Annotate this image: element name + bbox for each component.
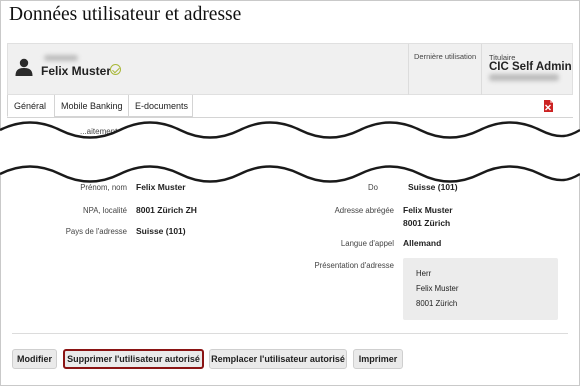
page-title: Données utilisateur et adresse [9, 4, 242, 25]
address-presentation-label: Présentation d'adresse [314, 261, 394, 270]
domicile-label-partial: Do [368, 183, 378, 192]
header-divider [481, 44, 482, 96]
language-value: Allemand [403, 238, 442, 248]
short-address-line: 8001 Zürich [403, 218, 451, 228]
short-address-line: Felix Muster [403, 205, 453, 215]
modify-button[interactable]: Modifier [12, 349, 57, 369]
postal-code-city-value: 8001 Zürich ZH [136, 205, 197, 215]
verified-check-icon [110, 64, 121, 75]
address-presentation-line: 8001 Zürich [416, 299, 458, 308]
replace-authorized-user-button[interactable]: Remplacer l'utilisateur autorisé [209, 349, 347, 369]
address-presentation-box: Herr Felix Muster 8001 Zürich [403, 258, 558, 320]
footer-divider [12, 333, 568, 334]
domicile-value: Suisse (101) [408, 182, 458, 192]
redacted-holder-detail [489, 74, 559, 81]
pdf-export-icon[interactable] [541, 99, 555, 113]
short-address-label: Adresse abrégée [334, 206, 394, 215]
holder-name: CIC Self Admin [489, 61, 572, 73]
delete-authorized-user-button[interactable]: Supprimer l'utilisateur autorisé [63, 349, 204, 369]
postal-code-city-label: NPA, localité [82, 206, 127, 215]
cut-edge-bottom [0, 152, 580, 183]
user-name: Felix Muster [41, 64, 112, 78]
first-last-name-value: Felix Muster [136, 182, 186, 192]
print-button[interactable]: Imprimer [353, 349, 403, 369]
first-last-name-label: Prénom, nom [80, 183, 127, 192]
address-country-value: Suisse (101) [136, 226, 186, 236]
header-divider [408, 44, 409, 96]
address-presentation-line: Felix Muster [416, 284, 459, 293]
last-use-label: Dernière utilisation [414, 52, 477, 61]
language-label: Langue d'appel [340, 239, 394, 248]
user-avatar-icon [15, 58, 33, 76]
redacted-user-id [44, 55, 78, 61]
address-presentation-line: Herr [416, 269, 432, 278]
user-header: Felix Muster Dernière utilisation Titula… [7, 43, 573, 96]
address-country-label: Pays de l'adresse [65, 227, 127, 236]
